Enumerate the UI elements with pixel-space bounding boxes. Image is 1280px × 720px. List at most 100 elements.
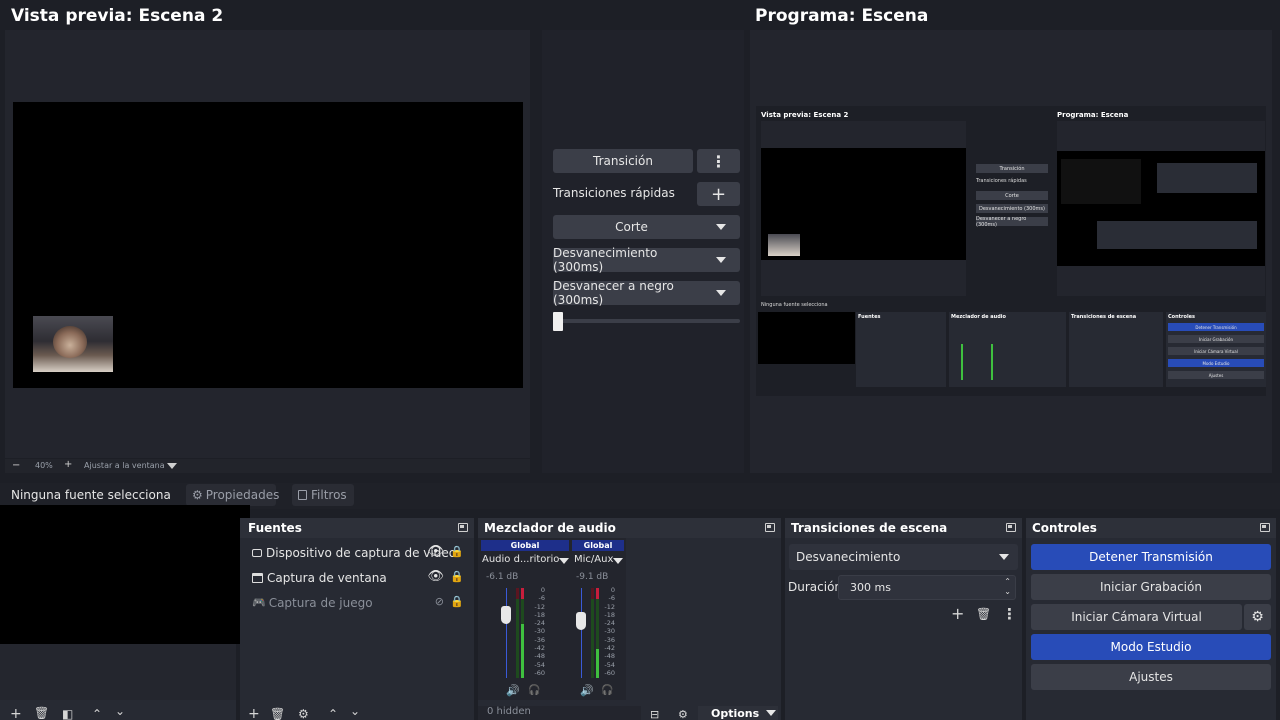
chevron-up-icon[interactable]: ⌃ — [92, 707, 102, 720]
stop-stream-button[interactable]: Detener Transmisión — [1031, 544, 1271, 570]
channel-db: -6.1 dB — [486, 572, 519, 582]
chevron-down-icon[interactable] — [999, 554, 1009, 560]
black-overlay — [0, 505, 250, 644]
chevron-down-icon[interactable] — [716, 224, 726, 230]
level-meter — [591, 588, 594, 678]
transition-button[interactable]: Transición — [553, 149, 693, 173]
virtual-camera-button[interactable]: Iniciar Cámara Virtual — [1031, 604, 1242, 630]
undock-icon[interactable] — [1006, 523, 1016, 532]
zoom-out-button[interactable]: − — [12, 460, 20, 471]
mini-transition-btn: Transición — [976, 164, 1048, 173]
headphones-icon[interactable]: 🎧 — [601, 685, 613, 696]
settings-button[interactable]: Ajustes — [1031, 664, 1271, 690]
source-item[interactable]: Dispositivo de captura de video 👁 🔒 — [240, 540, 474, 565]
channel-menu-icon[interactable] — [559, 558, 569, 564]
undock-icon[interactable] — [1260, 523, 1270, 532]
source-label: Captura de ventana — [267, 570, 387, 585]
program-area: Vista previa: Escena 2 Programa: Escena … — [750, 30, 1272, 473]
mini-scene-transitions: Transiciones de escena — [1069, 312, 1163, 387]
lock-icon[interactable]: 🔒 — [450, 545, 464, 558]
fader-track[interactable] — [506, 588, 507, 678]
speaker-icon[interactable]: 🔊 — [580, 684, 594, 697]
mini-meter — [961, 344, 963, 380]
chevron-down-icon[interactable]: ⌄ — [350, 704, 360, 718]
source-item[interactable]: Captura de ventana 👁 🔒 — [240, 565, 474, 590]
eye-icon[interactable]: 👁 — [427, 544, 444, 559]
chevron-down-icon[interactable]: ⌄ — [115, 704, 125, 718]
mini-program-title: Programa: Escena — [1057, 111, 1129, 119]
quick-transition-label: Corte — [615, 220, 648, 234]
mini-nested-preview — [1061, 159, 1141, 204]
filters-icon — [298, 490, 307, 500]
mixer-dock: Mezclador de audio Global Audio d...rito… — [478, 518, 781, 720]
duration-value: 300 ms — [850, 581, 891, 594]
webcam-source — [33, 316, 113, 372]
chevron-up-icon[interactable]: ⌃ — [328, 707, 338, 720]
headphones-icon[interactable]: 🎧 — [528, 685, 540, 696]
spinner-icon[interactable]: ⌃ ⌄ — [1004, 577, 1011, 597]
scenes-list — [0, 644, 236, 700]
chevron-down-icon[interactable] — [716, 290, 726, 296]
preview-area[interactable] — [5, 30, 530, 458]
add-source-icon[interactable]: + — [248, 706, 260, 720]
add-transition-icon[interactable]: + — [951, 604, 964, 623]
quick-transition-fade-black[interactable]: Desvanecer a negro (300ms) — [553, 279, 740, 307]
zoom-in-button[interactable]: + — [64, 459, 72, 470]
trash-icon[interactable]: 🗑 — [976, 607, 991, 621]
t-bar-track[interactable] — [553, 319, 740, 323]
gear-icon[interactable]: ⚙ — [298, 707, 309, 720]
lock-icon[interactable]: 🔒 — [450, 570, 464, 583]
channel-menu-icon[interactable] — [613, 558, 623, 564]
eye-slash-icon[interactable]: ⊘ — [435, 595, 444, 608]
mini-program-canvas — [1057, 151, 1265, 266]
add-quick-transition-icon[interactable]: + — [697, 182, 740, 206]
filter-icon[interactable]: ◧ — [62, 707, 73, 720]
duration-label: Duración — [788, 580, 843, 594]
fader-track[interactable] — [581, 588, 582, 678]
t-bar-handle[interactable] — [553, 312, 563, 331]
mixer-settings-icon[interactable]: ⚙ — [678, 708, 688, 720]
undock-icon[interactable] — [765, 523, 775, 532]
transition-select[interactable]: Desvanecimiento — [789, 544, 1018, 570]
speaker-icon[interactable]: 🔊 — [506, 684, 520, 697]
fit-window-label[interactable]: Ajustar a la ventana — [84, 461, 165, 470]
quick-transition-label: Desvanecimiento (300ms) — [553, 246, 658, 274]
undock-icon[interactable] — [458, 523, 468, 532]
start-record-button[interactable]: Iniciar Grabación — [1031, 574, 1271, 600]
zoom-level: 40% — [35, 461, 53, 470]
add-scene-icon[interactable]: + — [10, 706, 22, 720]
fit-dropdown-icon[interactable] — [167, 463, 177, 469]
eye-icon[interactable]: 👁 — [427, 569, 444, 584]
quick-transition-fade[interactable]: Desvanecimiento (300ms) — [553, 246, 740, 274]
mini-meter — [991, 344, 993, 380]
gear-icon[interactable]: ⚙ — [1244, 604, 1271, 630]
duration-input[interactable]: 300 ms ⌃ ⌄ — [838, 575, 1016, 600]
mini-controls-title: Controles — [1168, 314, 1196, 320]
sources-title: Fuentes — [240, 518, 474, 538]
preview-title: Vista previa: Escena 2 — [11, 6, 224, 26]
level-meter — [516, 588, 519, 678]
quick-transition-cut[interactable]: Corte — [553, 215, 740, 239]
properties-label: Propiedades — [205, 488, 280, 502]
db-scale: 0 -6 -12 -18 -24 -30 -36 -42 -48 -54 -60 — [534, 586, 545, 677]
mini-settings: Ajustes — [1168, 371, 1264, 379]
channel-db: -9.1 dB — [576, 572, 609, 582]
volume-fader[interactable] — [501, 606, 511, 624]
lock-icon[interactable]: 🔒 — [450, 595, 464, 608]
trash-icon[interactable]: 🗑 — [34, 706, 49, 720]
mini-preview — [761, 121, 966, 296]
more-options-icon[interactable]: ⋮ — [1002, 605, 1017, 623]
studio-mode-button[interactable]: Modo Estudio — [1031, 634, 1271, 660]
transition-menu-icon[interactable]: ⋮ — [697, 149, 740, 173]
source-item[interactable]: 🎮 Captura de juego ⊘ 🔒 — [240, 590, 474, 615]
options-label: Options — [711, 706, 760, 720]
volume-fader[interactable] — [576, 612, 586, 630]
properties-button[interactable]: ⚙ Propiedades — [186, 484, 279, 506]
trash-icon[interactable]: 🗑 — [270, 707, 285, 720]
chevron-down-icon[interactable] — [716, 257, 726, 263]
no-source-label: Ninguna fuente selecciona — [11, 488, 171, 502]
options-button[interactable]: Options — [698, 706, 778, 720]
filters-button[interactable]: Filtros — [292, 484, 354, 506]
mixer-layout-icon[interactable]: ⊟ — [650, 708, 659, 720]
hidden-count: 0 hidden — [478, 706, 641, 720]
